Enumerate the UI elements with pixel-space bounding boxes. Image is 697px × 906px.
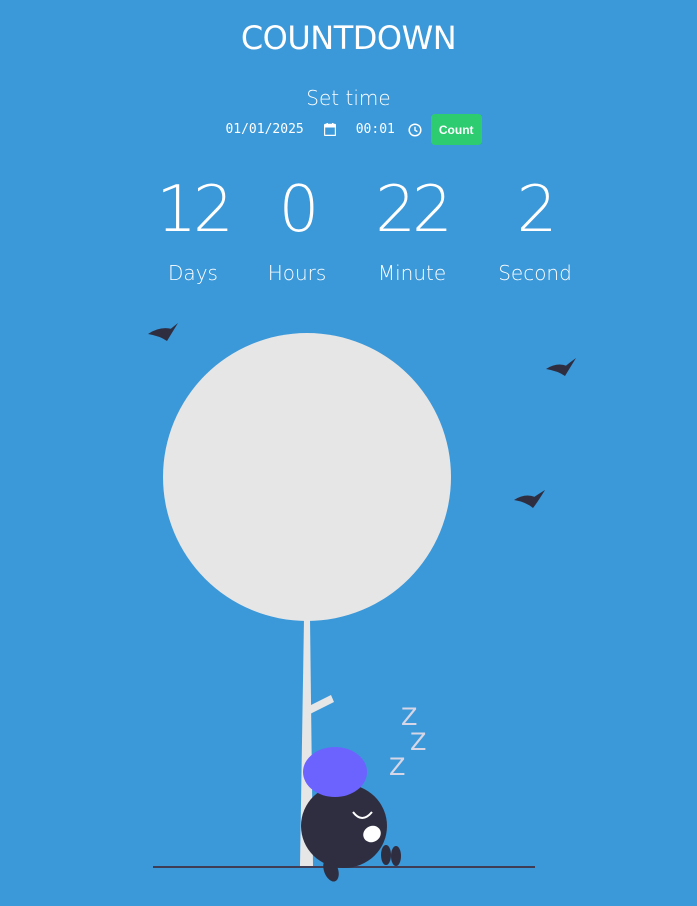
snore-zs: Z Z Z xyxy=(389,703,426,781)
tree-icon xyxy=(163,333,451,866)
sleeping-illustration: Z Z Z xyxy=(148,323,576,882)
snore-z: Z xyxy=(410,728,426,756)
bird-icon xyxy=(546,358,576,376)
countdown-page: COUNTDOWN Set time 01/01/2025 00:01 Coun… xyxy=(0,0,697,906)
sleeping-character-icon xyxy=(301,747,401,882)
snore-z: Z xyxy=(401,703,417,731)
bird-icon xyxy=(514,490,545,508)
snore-z: Z xyxy=(389,753,405,781)
bird-icon xyxy=(148,323,178,341)
